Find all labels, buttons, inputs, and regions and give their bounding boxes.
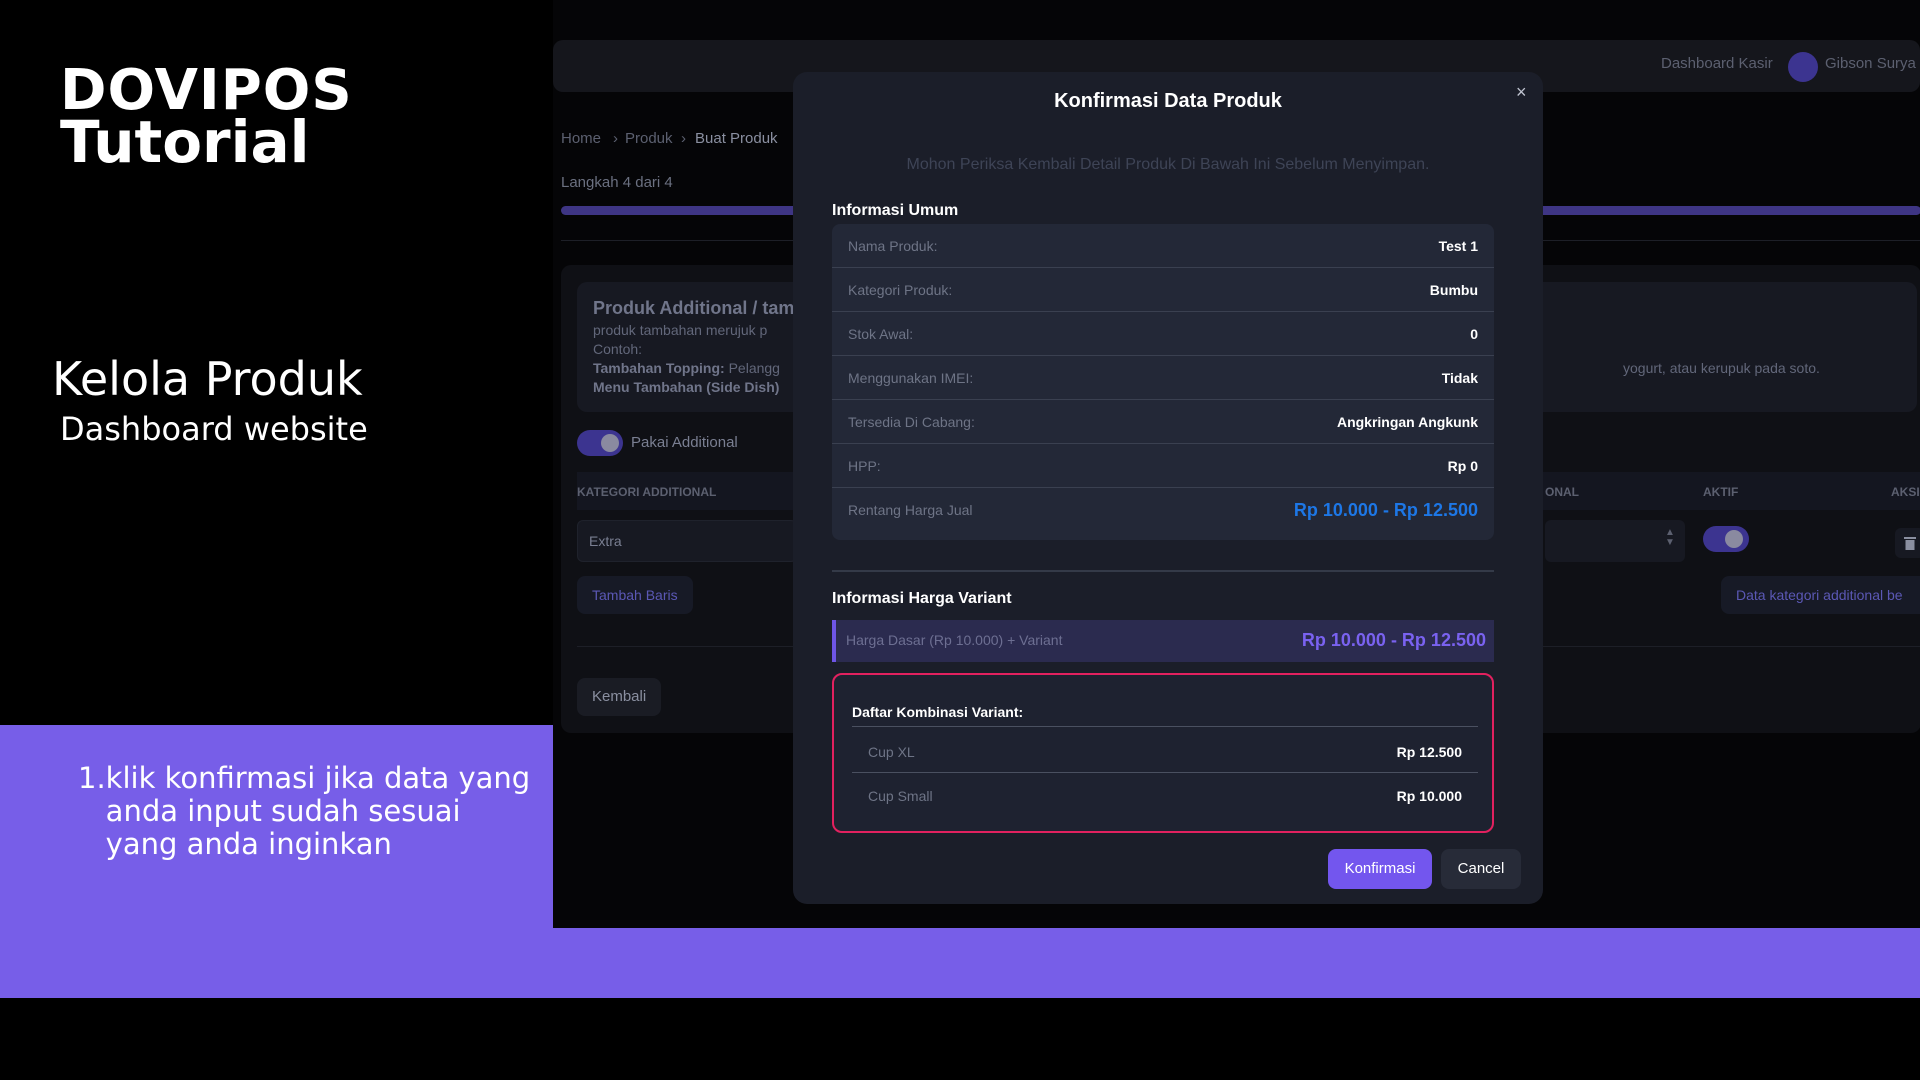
quantity-stepper[interactable] <box>1545 520 1685 562</box>
back-button[interactable]: Kembali <box>577 678 662 716</box>
toggle-knob <box>601 434 619 452</box>
additional-info-desc-right: yogurt, atau kerupuk pada soto. <box>1623 360 1820 376</box>
add-row-button[interactable]: Tambah Baris <box>577 576 693 614</box>
variant-heading: Informasi Harga Variant <box>832 590 1012 607</box>
instruction-body: klik konfirmasi jika data yang anda inpu… <box>105 761 531 861</box>
toggle-knob <box>1725 530 1743 548</box>
additional-info-example: Contoh: <box>593 341 643 357</box>
divider <box>832 570 1494 572</box>
pakai-additional-label: Pakai Additional <box>631 434 738 451</box>
row-label: HPP: <box>848 458 881 474</box>
col-aktif: AKTIF <box>1703 485 1739 499</box>
bottom-band <box>0 928 1920 998</box>
combo-label: Cup Small <box>868 788 933 804</box>
breadcrumb-current: Buat Produk <box>695 130 778 147</box>
modal-subtitle: Mohon Periksa Kembali Detail Produk Di B… <box>906 156 1430 173</box>
row-value: 0 <box>1470 326 1478 342</box>
col-onal: ONAL <box>1545 485 1579 499</box>
variant-base-price: Harga Dasar (Rp 10.000) + Variant Rp 10.… <box>832 620 1494 662</box>
row-value: Rp 0 <box>1447 458 1478 474</box>
table-row: Menggunakan IMEI: Tidak <box>832 356 1494 400</box>
price-range-value: Rp 10.000 - Rp 12.500 <box>1293 500 1478 520</box>
combo-value: Rp 10.000 <box>1396 788 1462 804</box>
row-value: Angkringan Angkunk <box>1336 414 1478 430</box>
close-icon[interactable]: × <box>1516 82 1527 103</box>
row-value: Bumbu <box>1429 282 1478 298</box>
trash-icon <box>1904 537 1916 550</box>
general-info-heading: Informasi Umum <box>832 202 959 219</box>
row-label: Menggunakan IMEI: <box>848 370 974 386</box>
additional-info-title: Produk Additional / tamb <box>593 298 806 318</box>
table-row: HPP: Rp 0 <box>832 444 1494 488</box>
table-row: Stok Awal: 0 <box>832 312 1494 356</box>
instruction-text: 1. klik konfirmasi jika data yang anda i… <box>78 762 538 861</box>
divider <box>852 726 1478 727</box>
additional-info-desc: produk tambahan merujuk p <box>593 322 768 338</box>
cancel-button[interactable]: Cancel <box>1441 849 1521 889</box>
brand-tutorial-label: Tutorial <box>60 108 310 176</box>
confirm-button[interactable]: Konfirmasi <box>1328 849 1432 889</box>
combo-value: Rp 12.500 <box>1396 744 1462 760</box>
stepper-arrows-icon[interactable]: ▲ ▼ <box>1665 528 1675 548</box>
variant-base-label: Harga Dasar (Rp 10.000) + Variant <box>846 632 1063 648</box>
divider <box>852 772 1478 773</box>
instruction-number: 1. <box>78 761 106 795</box>
dashboard-kasir-link[interactable]: Dashboard Kasir <box>1661 55 1773 72</box>
table-row: Nama Produk: Test 1 <box>832 224 1494 268</box>
additional-info-side-dish: Menu Tambahan (Side Dish) <box>593 379 780 395</box>
breadcrumb-produk[interactable]: Produk <box>625 130 673 147</box>
data-kategori-button[interactable]: Data kategori additional be <box>1721 576 1920 614</box>
avatar[interactable] <box>1788 52 1818 82</box>
user-name: Gibson Surya <box>1825 55 1916 72</box>
row-value: Tidak <box>1441 370 1478 386</box>
variant-base-value: Rp 10.000 - Rp 12.500 <box>1301 630 1486 650</box>
table-row: Kategori Produk: Bumbu <box>832 268 1494 312</box>
row-label: Rentang Harga Jual <box>848 502 973 518</box>
kategori-input-value: Extra <box>589 533 622 549</box>
modal-title: Konfirmasi Data Produk <box>1054 90 1282 112</box>
section-subtitle: Dashboard website <box>60 410 368 448</box>
row-label: Tersedia Di Cabang: <box>848 414 975 430</box>
additional-info-topping: Tambahan Topping: Pelangg <box>593 360 780 376</box>
row-label: Kategori Produk: <box>848 282 953 298</box>
col-kategori: KATEGORI ADDITIONAL <box>577 485 717 499</box>
row-label: Stok Awal: <box>848 326 914 342</box>
step-indicator: Langkah 4 dari 4 <box>561 174 673 191</box>
row-value: Test 1 <box>1438 238 1478 254</box>
breadcrumb-sep-icon: › <box>681 130 686 147</box>
col-aksi: AKSI <box>1891 485 1920 499</box>
combo-label: Cup XL <box>868 744 915 760</box>
topping-label: Tambahan Topping: <box>593 360 725 376</box>
breadcrumb-sep-icon: › <box>613 130 618 147</box>
combo-title: Daftar Kombinasi Variant: <box>852 704 1024 720</box>
breadcrumb-home[interactable]: Home <box>561 130 601 147</box>
row-label: Nama Produk: <box>848 238 938 254</box>
topping-text: Pelangg <box>728 360 780 376</box>
section-title: Kelola Produk <box>52 352 363 406</box>
table-row: Rentang Harga Jual Rp 10.000 - Rp 12.500 <box>832 488 1494 540</box>
delete-row-button[interactable] <box>1895 528 1920 558</box>
table-row: Tersedia Di Cabang: Angkringan Angkunk <box>832 400 1494 444</box>
